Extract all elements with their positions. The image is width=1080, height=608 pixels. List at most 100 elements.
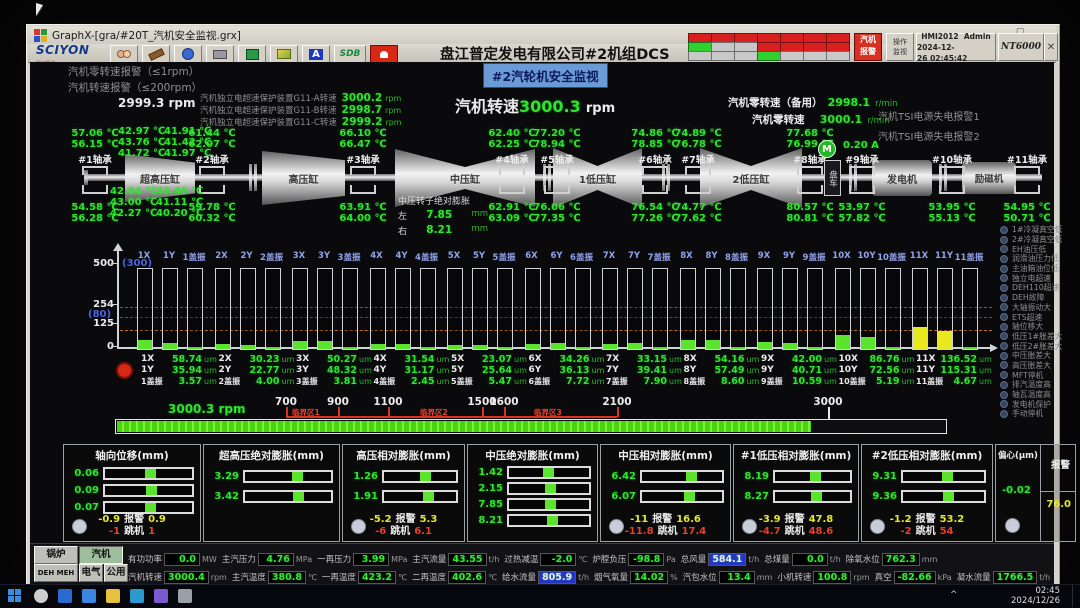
expansion-panel: #1低压相对膨胀(mm)8.198.27-3.9报警47.8-4.7跳机48.6 <box>733 444 859 542</box>
taskbar-date: 2024/12/26 <box>1011 596 1060 606</box>
expansion-panel: 中压绝对膨胀(mm)1.422.157.858.21 <box>467 444 598 542</box>
gauge-track <box>901 470 986 483</box>
gauge-track <box>507 482 591 495</box>
gauge-track <box>382 490 458 503</box>
gauge-track <box>507 498 591 511</box>
panel-status-lamp <box>351 519 366 534</box>
trip-low: -2 <box>900 526 911 537</box>
gauge-value: 1.42 <box>473 467 503 478</box>
param-label: 过热减温 <box>504 553 538 565</box>
gauge-value: 8.21 <box>473 515 503 526</box>
gauge-value: 3.29 <box>209 471 239 482</box>
param-item: 给水流量805.9t/h <box>502 571 589 584</box>
nav-button-1[interactable]: 锅炉 <box>34 546 78 564</box>
app-icon-5[interactable] <box>178 589 192 603</box>
gauge-marker <box>811 492 822 501</box>
file-explorer-icon[interactable] <box>106 589 120 603</box>
taskbar-clock[interactable]: 02:45 2024/12/26 <box>990 586 1060 606</box>
param-item: 小机转速100.8rpm <box>777 571 869 584</box>
param-unit: t/h <box>489 555 500 564</box>
eccentric-hline <box>1041 491 1075 492</box>
param-label: 总煤量 <box>764 553 790 565</box>
gauge-value: 9.31 <box>867 471 897 482</box>
param-item: 二再温度402.6℃ <box>412 571 497 584</box>
gauge-value: 6.07 <box>606 491 636 502</box>
param-unit: MW <box>202 555 217 564</box>
trip-word: 跳机 <box>390 526 410 537</box>
param-item: 一再温度423.2℃ <box>322 571 407 584</box>
panel-title: 高压相对膨胀(mm) <box>343 445 464 463</box>
param-label: 有功功率 <box>128 553 162 565</box>
gauge-value: 8.19 <box>739 471 769 482</box>
search-icon[interactable] <box>34 589 48 603</box>
param-unit: ℃ <box>308 573 317 582</box>
param-unit: ℃ <box>578 555 587 564</box>
gauge-marker <box>423 492 434 501</box>
trip-high: 17.4 <box>682 526 707 537</box>
param-item: 真空-82.66kPa <box>875 571 952 584</box>
expansion-panel: 轴向位移(mm)0.060.090.07-0.9报警0.9-1跳机1 <box>63 444 201 542</box>
param-value: 0.0 <box>164 553 200 566</box>
trip-high: 48.6 <box>809 526 834 537</box>
gauge-value: 9.36 <box>867 491 897 502</box>
panel-title: 轴向位移(mm) <box>64 445 200 463</box>
gauge-marker <box>146 486 157 495</box>
show-desktop-button[interactable] <box>1072 585 1077 607</box>
gauge-track <box>507 514 591 527</box>
param-unit: t/h <box>748 555 759 564</box>
param-label: 小机转速 <box>777 571 811 583</box>
param-item: 一再压力3.99MPa <box>317 553 407 566</box>
gauge-value: 0.09 <box>69 485 99 496</box>
param-unit: rpm <box>853 573 869 582</box>
param-unit: t/h <box>578 573 589 582</box>
app-icon-3[interactable] <box>130 589 144 603</box>
param-item: 有功功率0.0MW <box>128 553 217 566</box>
param-value: 3.99 <box>353 553 389 566</box>
panel-status-lamp <box>742 519 757 534</box>
app-icon-1[interactable] <box>58 589 72 603</box>
gauge-row: 1.42 <box>473 466 591 479</box>
expansion-panel: 偏心(μm)报警76.0-0.02 <box>995 444 1076 542</box>
start-button[interactable] <box>8 589 21 602</box>
gauge-track <box>103 467 194 480</box>
trip-high: 54 <box>940 526 954 537</box>
gauge-marker <box>545 484 556 493</box>
gauge-marker <box>292 472 303 481</box>
param-unit: MPa <box>296 555 312 564</box>
gauge-marker <box>543 468 554 477</box>
tray-chevron-icon[interactable]: ^ <box>950 590 958 600</box>
param-item: 总风量584.1t/h <box>681 553 759 566</box>
trip-high: 1 <box>148 526 155 537</box>
param-item: 汽机转速3000.4rpm <box>128 571 227 584</box>
nav-button-3[interactable]: DEH MEH <box>34 564 78 582</box>
param-unit: t/h <box>830 555 841 564</box>
gauge-marker <box>545 500 556 509</box>
param-label: 总风量 <box>681 553 707 565</box>
nav-button-4[interactable]: 电气 <box>79 564 103 582</box>
param-value: 100.8 <box>813 571 851 584</box>
gauge-marker <box>293 492 304 501</box>
param-label: 主汽温度 <box>232 571 266 583</box>
gauge-value: 0.06 <box>69 468 99 479</box>
screen: GraphX-[gra/#20T_汽机安全监视.grx] ▁ ▢ SCIYON … <box>0 0 1080 608</box>
nav-button-5[interactable]: 公用 <box>104 564 128 582</box>
gauge-value: 6.42 <box>606 471 636 482</box>
nav-button-2[interactable]: 汽机 <box>79 546 123 564</box>
param-unit: kPa <box>938 573 952 582</box>
param-label: 主汽压力 <box>222 553 256 565</box>
gauge-row: 6.42 <box>606 470 724 483</box>
gauge-marker <box>810 472 821 481</box>
param-label: 给水流量 <box>502 571 536 583</box>
gauge-row: 9.36 <box>867 490 986 503</box>
gauge-value: 8.27 <box>739 491 769 502</box>
param-unit: Pa <box>666 555 675 564</box>
param-item: 主汽温度380.8℃ <box>232 571 317 584</box>
app-icon-4[interactable] <box>154 589 168 603</box>
param-unit: mm <box>922 555 938 564</box>
trip-low: -6 <box>375 526 386 537</box>
gauge-row: 6.07 <box>606 490 724 503</box>
gauge-track <box>507 466 591 479</box>
app-icon-2[interactable] <box>82 589 96 603</box>
gauge-row: 3.29 <box>209 470 333 483</box>
param-item: 过热减温-2.0℃ <box>504 553 587 566</box>
